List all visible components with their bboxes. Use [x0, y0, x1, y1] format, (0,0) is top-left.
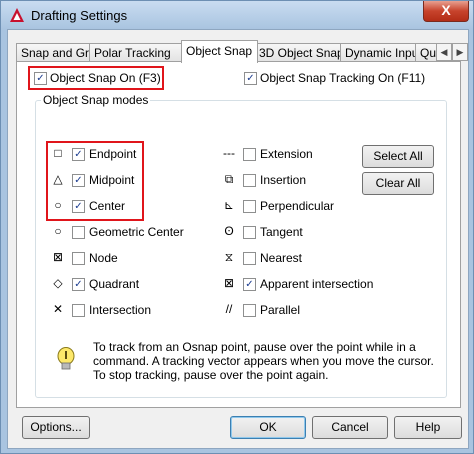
- help-button[interactable]: Help: [394, 416, 462, 439]
- info-line-1: To track from an Osnap point, pause over…: [93, 340, 416, 354]
- select-all-button[interactable]: Select All: [362, 145, 434, 168]
- autocad-logo-icon: [10, 8, 24, 22]
- insertion-symbol-icon: ⧉: [224, 172, 234, 186]
- perpendicular-label: Perpendicular: [260, 199, 335, 213]
- options-button[interactable]: Options...: [22, 416, 90, 439]
- tracking-info-text: To track from an Osnap point, pause over…: [93, 340, 434, 382]
- ok-button[interactable]: OK: [230, 416, 306, 439]
- parallel-checkbox[interactable]: [243, 304, 256, 317]
- geometric-center-label: Geometric Center: [89, 225, 184, 239]
- quadrant-symbol-icon: ◇: [53, 276, 63, 290]
- apparent-intersection-checkbox[interactable]: ✓: [243, 278, 256, 291]
- geometric-center-symbol-icon: ○: [54, 224, 62, 238]
- parallel-label: Parallel: [260, 303, 301, 317]
- nearest-checkbox[interactable]: [243, 252, 256, 265]
- intersection-label: Intersection: [89, 303, 152, 317]
- drafting-settings-window: Drafting Settings X Snap and Grid Polar …: [0, 0, 474, 454]
- dialog-client: Snap and Grid Polar Tracking Object Snap…: [7, 29, 469, 449]
- tangent-checkbox[interactable]: [243, 226, 256, 239]
- quadrant-label: Quadrant: [89, 277, 140, 291]
- info-line-2: command. A tracking vector appears when …: [93, 354, 434, 368]
- tab-dynamic-input[interactable]: Dynamic Input: [340, 43, 417, 62]
- tab-scroll-right-icon[interactable]: ▶: [452, 43, 468, 61]
- perpendicular-checkbox[interactable]: [243, 200, 256, 213]
- extension-checkbox[interactable]: [243, 148, 256, 161]
- node-label: Node: [89, 251, 118, 265]
- title-bar[interactable]: Drafting Settings X: [1, 1, 473, 29]
- tangent-label: Tangent: [260, 225, 303, 239]
- tab-scroll-left-icon[interactable]: ◀: [436, 43, 452, 61]
- intersection-symbol-icon: ✕: [52, 302, 64, 316]
- nearest-symbol-icon: ⧖: [224, 250, 234, 264]
- tab-snap-and-grid[interactable]: Snap and Grid: [16, 43, 90, 62]
- node-checkbox[interactable]: [72, 252, 85, 265]
- geometric-center-checkbox[interactable]: [72, 226, 85, 239]
- object-snap-tracking-label: Object Snap Tracking On (F11): [260, 71, 426, 85]
- window-title: Drafting Settings: [31, 8, 128, 23]
- tab-object-snap[interactable]: Object Snap: [181, 40, 258, 63]
- object-snap-tracking-checkbox[interactable]: ✓: [244, 72, 257, 85]
- insertion-label: Insertion: [260, 173, 307, 187]
- nearest-label: Nearest: [260, 251, 303, 265]
- node-symbol-icon: ⊠: [52, 250, 64, 264]
- extension-symbol-icon: ---: [223, 146, 235, 160]
- highlight-box-modes: [46, 141, 144, 221]
- perpendicular-symbol-icon: ⊾: [223, 198, 235, 212]
- insertion-checkbox[interactable]: [243, 174, 256, 187]
- tab-3d-object-snap[interactable]: 3D Object Snap: [254, 43, 343, 62]
- cancel-button[interactable]: Cancel: [312, 416, 388, 439]
- highlight-box-snap-on: [28, 66, 164, 90]
- extension-label: Extension: [260, 147, 313, 161]
- quadrant-checkbox[interactable]: ✓: [72, 278, 85, 291]
- lightbulb-icon: [57, 347, 75, 370]
- tab-polar-tracking[interactable]: Polar Tracking: [89, 43, 182, 62]
- info-line-3: To stop tracking, pause over the point a…: [93, 368, 329, 382]
- tangent-symbol-icon: ʘ: [224, 224, 234, 238]
- apparent-intersection-label: Apparent intersection: [260, 277, 374, 291]
- clear-all-button[interactable]: Clear All: [362, 172, 434, 195]
- apparent-intersection-symbol-icon: ⊠: [223, 276, 235, 290]
- object-snap-panel: ✓ Object Snap On (F3) ✓ Object Snap Trac…: [16, 61, 461, 408]
- intersection-checkbox[interactable]: [72, 304, 85, 317]
- parallel-symbol-icon: //: [225, 302, 233, 316]
- close-button[interactable]: X: [423, 1, 469, 22]
- object-snap-modes-title: Object Snap modes: [41, 93, 151, 107]
